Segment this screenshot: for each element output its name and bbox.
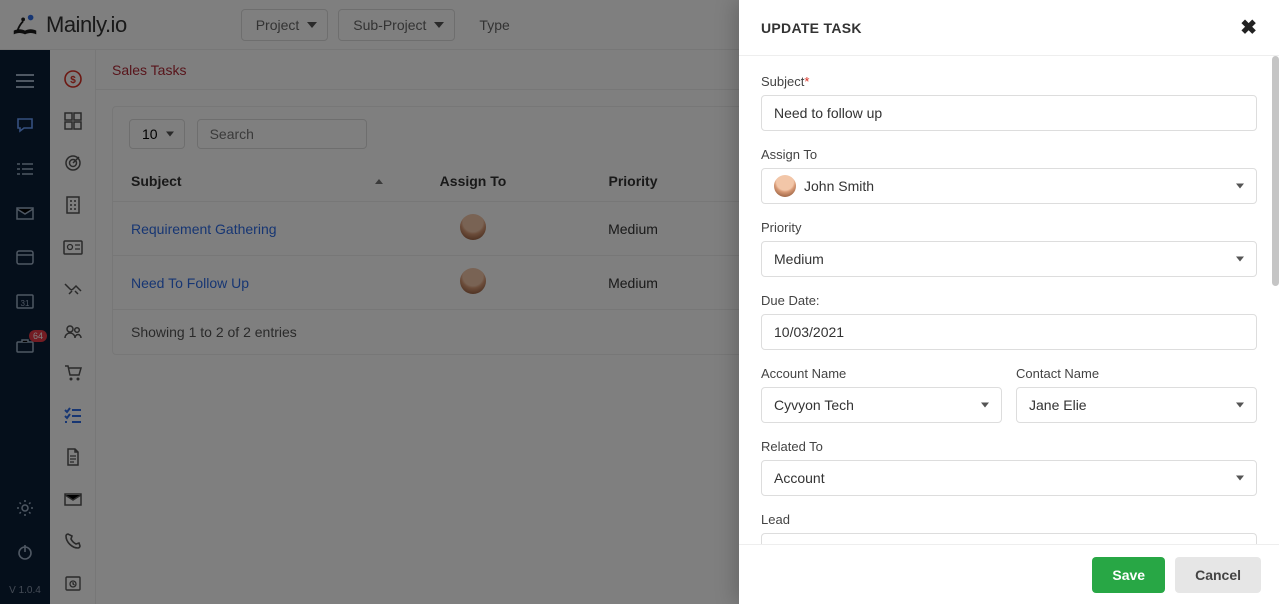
due-date-input[interactable] <box>761 314 1257 350</box>
due-date-label: Due Date: <box>761 293 1257 308</box>
caret-down-icon <box>1236 257 1244 262</box>
caret-down-icon <box>1236 403 1244 408</box>
assign-label: Assign To <box>761 147 1257 162</box>
close-icon[interactable]: ✖ <box>1240 15 1257 40</box>
subject-label: Subject* <box>761 74 1257 89</box>
lead-label: Lead <box>761 512 1257 527</box>
update-task-drawer: UPDATE TASK ✖ Subject* Assign To John Sm… <box>739 0 1279 604</box>
caret-down-icon <box>981 403 989 408</box>
assign-select[interactable]: John Smith <box>761 168 1257 204</box>
avatar <box>774 175 796 197</box>
account-label: Account Name <box>761 366 1002 381</box>
contact-label: Contact Name <box>1016 366 1257 381</box>
priority-label: Priority <box>761 220 1257 235</box>
contact-select[interactable]: Jane Elie <box>1016 387 1257 423</box>
caret-down-icon <box>1236 476 1244 481</box>
related-to-select[interactable]: Account <box>761 460 1257 496</box>
lead-select[interactable] <box>761 533 1257 544</box>
priority-select[interactable]: Medium <box>761 241 1257 277</box>
scrollbar[interactable] <box>1272 56 1279 544</box>
save-button[interactable]: Save <box>1092 557 1165 593</box>
caret-down-icon <box>1236 184 1244 189</box>
drawer-title: UPDATE TASK <box>761 20 862 36</box>
related-to-label: Related To <box>761 439 1257 454</box>
subject-input[interactable] <box>761 95 1257 131</box>
cancel-button[interactable]: Cancel <box>1175 557 1261 593</box>
account-select[interactable]: Cyvyon Tech <box>761 387 1002 423</box>
